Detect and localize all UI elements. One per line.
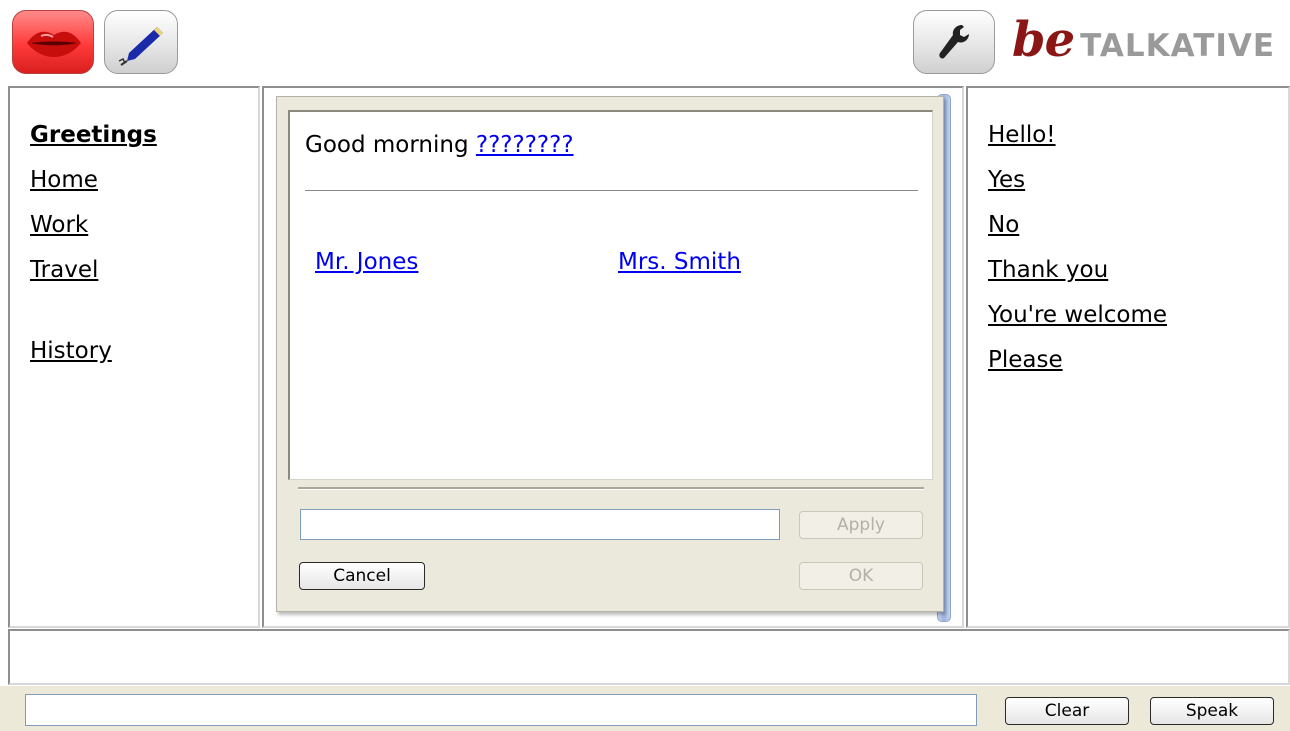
sentence-text: Good morning ???????? (305, 132, 574, 158)
speak-mode-button[interactable] (12, 10, 94, 74)
brand-logo: be TALKATIVE (1012, 12, 1275, 78)
ok-button[interactable]: OK (799, 562, 923, 590)
brand-prefix: be (1012, 12, 1075, 68)
clear-button[interactable]: Clear (1005, 697, 1129, 725)
apply-button[interactable]: Apply (799, 511, 923, 539)
history-link[interactable]: History (30, 338, 112, 364)
settings-button[interactable] (913, 10, 995, 74)
phrase-please[interactable]: Please (988, 347, 1063, 373)
dialog-divider (305, 190, 918, 191)
sentence-prefix: Good morning (305, 132, 469, 158)
dialog-separator (298, 487, 924, 490)
pen-icon (118, 27, 163, 66)
lips-icon (27, 31, 81, 57)
custom-word-input[interactable] (300, 509, 780, 540)
wrench-icon (939, 25, 969, 59)
speech-text-input[interactable] (25, 694, 977, 726)
category-travel[interactable]: Travel (30, 257, 98, 283)
option-mrs-smith[interactable]: Mrs. Smith (618, 249, 741, 275)
option-mr-jones[interactable]: Mr. Jones (315, 249, 418, 275)
phrase-no[interactable]: No (988, 212, 1019, 238)
sentence-blank-link[interactable]: ???????? (476, 132, 574, 158)
speak-button[interactable]: Speak (1150, 697, 1274, 725)
edit-mode-button[interactable] (104, 10, 178, 74)
dialog-content-area (288, 110, 933, 480)
cancel-button[interactable]: Cancel (299, 562, 425, 590)
category-work[interactable]: Work (30, 212, 88, 238)
speech-output-area (8, 629, 1290, 685)
phrase-thank-you[interactable]: Thank you (988, 257, 1108, 283)
category-home[interactable]: Home (30, 167, 98, 193)
brand-name: TALKATIVE (1080, 28, 1276, 64)
phrase-hello[interactable]: Hello! (988, 122, 1056, 148)
phrase-youre-welcome[interactable]: You're welcome (988, 302, 1167, 328)
phrase-yes[interactable]: Yes (988, 167, 1025, 193)
category-greetings[interactable]: Greetings (30, 122, 157, 148)
